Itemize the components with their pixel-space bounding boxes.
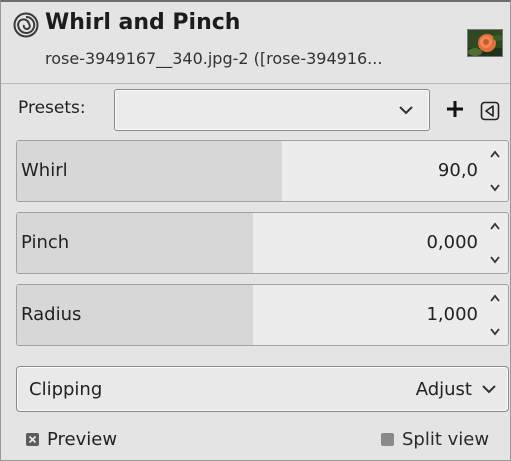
add-preset-button[interactable] <box>442 96 468 122</box>
checkbox-checked-icon <box>26 433 39 446</box>
chevron-up-icon[interactable] <box>486 218 504 236</box>
menu-triangle-icon <box>480 101 500 121</box>
chevron-down-icon <box>399 106 413 115</box>
dialog-title: Whirl and Pinch <box>45 10 241 35</box>
split-view-checkbox[interactable]: Split view <box>381 429 489 450</box>
chevron-down-icon[interactable] <box>486 322 504 340</box>
whirl-spinner <box>482 141 508 201</box>
dialog-header: Whirl and Pinch rose-3949167__340.jpg-2 … <box>1 2 510 84</box>
clipping-label: Clipping <box>29 379 103 400</box>
rose-thumbnail-image <box>468 30 502 56</box>
whirl-pinch-icon <box>13 12 39 38</box>
whirl-pinch-dialog: Whirl and Pinch rose-3949167__340.jpg-2 … <box>0 0 511 461</box>
chevron-up-icon[interactable] <box>486 146 504 164</box>
clipping-combo[interactable]: Clipping Adjust <box>16 366 509 412</box>
chevron-up-icon[interactable] <box>486 290 504 308</box>
whirl-spin-scale[interactable]: Whirl 90,0 <box>16 140 509 202</box>
presets-combo[interactable] <box>114 89 430 131</box>
image-subtitle: rose-3949167__340.jpg-2 ([rose-394916... <box>45 49 383 68</box>
pinch-spinner <box>482 213 508 273</box>
clipping-value: Adjust <box>415 379 472 400</box>
split-view-label: Split view <box>402 429 490 450</box>
whirl-label: Whirl <box>21 160 68 181</box>
presets-menu-button[interactable] <box>480 101 500 121</box>
preview-label: Preview <box>47 429 118 450</box>
radius-value[interactable]: 1,000 <box>426 304 478 325</box>
image-thumbnail <box>467 29 503 57</box>
preview-checkbox[interactable]: Preview <box>26 429 117 450</box>
radius-label: Radius <box>21 304 82 325</box>
plus-icon <box>447 101 463 117</box>
pinch-label: Pinch <box>21 232 70 253</box>
chevron-down-icon[interactable] <box>486 178 504 196</box>
chevron-down-icon[interactable] <box>486 250 504 268</box>
pinch-spin-scale[interactable]: Pinch 0,000 <box>16 212 509 274</box>
whirl-value[interactable]: 90,0 <box>438 160 478 181</box>
checkbox-unchecked-icon <box>381 433 394 446</box>
chevron-down-icon <box>482 385 496 394</box>
pinch-value[interactable]: 0,000 <box>426 232 478 253</box>
radius-spin-scale[interactable]: Radius 1,000 <box>16 284 509 346</box>
radius-spinner <box>482 285 508 345</box>
presets-label: Presets: <box>18 98 86 118</box>
